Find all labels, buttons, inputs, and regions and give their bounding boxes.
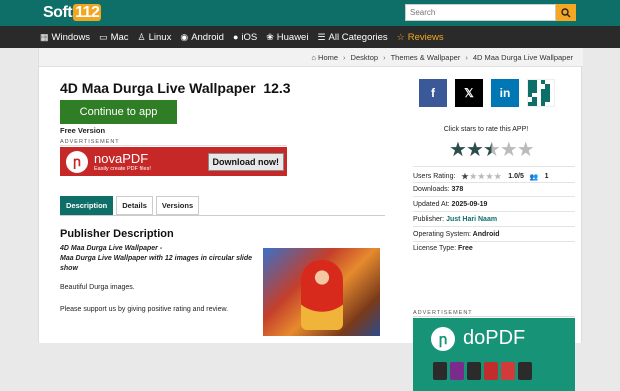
star-icon: ☆ bbox=[396, 31, 405, 42]
tab-versions[interactable]: Versions bbox=[155, 196, 200, 215]
ad-brand-name: novaPDF bbox=[94, 151, 149, 166]
nav-all-categories[interactable]: ☰ All Categories bbox=[317, 32, 387, 43]
linkedin-icon: in bbox=[499, 86, 511, 100]
users-rating-row: Users Rating: ★★★★★ 1.0/5 👥 1 bbox=[413, 172, 549, 181]
divider bbox=[413, 241, 575, 242]
license-row: License Type: Free bbox=[413, 245, 473, 252]
categories-icon: ☰ bbox=[317, 31, 326, 42]
breadcrumb-home[interactable]: Home bbox=[318, 53, 338, 62]
nav-mac[interactable]: ▭ Mac bbox=[99, 32, 128, 43]
main-nav: ▦ Windows ▭ Mac ♙ Linux ◉ Android ● iOS ❀ Huaw… bbox=[0, 26, 620, 48]
divider bbox=[413, 196, 575, 197]
divider bbox=[413, 166, 575, 167]
ad-label: ADVERTISEMENT bbox=[60, 139, 287, 146]
small-rating-stars: ★★★★★ bbox=[461, 172, 503, 181]
x-icon: 𝕏 bbox=[464, 86, 474, 100]
nav-windows[interactable]: ▦ Windows bbox=[40, 32, 90, 43]
star-icon[interactable]: ★ bbox=[517, 139, 535, 161]
tab-details[interactable]: Details bbox=[116, 196, 153, 215]
page-title: 4D Maa Durga Live Wallpaper 12.3 bbox=[60, 80, 291, 96]
star-icon[interactable]: ★ bbox=[500, 139, 518, 161]
nav-android[interactable]: ◉ Android bbox=[180, 32, 224, 43]
nav-huawei[interactable]: ❀ Huawei bbox=[266, 32, 308, 43]
page-content: ⌂ Home › Desktop › Themes & Wallpaper › … bbox=[38, 48, 583, 391]
tab-divider bbox=[60, 215, 385, 216]
publisher-row: Publisher: Just Hari Naam bbox=[413, 216, 498, 223]
updated-row: Updated At: 2025-09-19 bbox=[413, 201, 488, 208]
file-type-icons bbox=[433, 362, 532, 380]
qr-code bbox=[527, 79, 555, 107]
breadcrumb-separator: › bbox=[343, 52, 346, 62]
app-version: 12.3 bbox=[263, 80, 291, 96]
search-button[interactable] bbox=[556, 4, 576, 21]
rating-stars[interactable]: ★★★★★ bbox=[449, 137, 535, 162]
description-line: 4D Maa Durga Live Wallpaper - bbox=[60, 245, 163, 252]
novapdf-logo-icon: ր bbox=[66, 150, 88, 173]
description-line: Beautiful Durga images. bbox=[60, 284, 135, 291]
description-intro: 4D Maa Durga Live Wallpaper - Maa Durga … bbox=[60, 244, 255, 274]
ad-tagline: Easily create PDF files! bbox=[94, 166, 151, 172]
linkedin-share-button[interactable]: in bbox=[491, 79, 519, 107]
dopdf-ad[interactable]: ր doPDF bbox=[413, 318, 575, 391]
star-icon[interactable]: ★ bbox=[449, 139, 467, 161]
description-line: Maa Durga Live Wallpaper with 12 images … bbox=[60, 255, 253, 272]
x-share-button[interactable]: 𝕏 bbox=[455, 79, 483, 107]
app-screenshot[interactable] bbox=[263, 248, 380, 336]
divider bbox=[413, 226, 575, 227]
publisher-description-heading: Publisher Description bbox=[60, 228, 174, 240]
home-icon: ⌂ bbox=[311, 52, 319, 62]
nav-reviews[interactable]: ☆ Reviews bbox=[397, 32, 444, 43]
facebook-share-button[interactable]: f bbox=[419, 79, 447, 107]
breadcrumb-current[interactable]: 4D Maa Durga Live Wallpaper bbox=[473, 53, 573, 62]
share-buttons: f 𝕏 in bbox=[419, 79, 555, 107]
users-icon: 👥 bbox=[529, 173, 539, 181]
breadcrumb-category[interactable]: Themes & Wallpaper bbox=[391, 53, 461, 62]
dopdf-logo-icon: ր bbox=[431, 327, 455, 351]
publisher-link[interactable]: Just Hari Naam bbox=[446, 216, 497, 223]
ad-download-button[interactable]: Download now! bbox=[207, 152, 284, 171]
description-line: Please support us by giving positive rat… bbox=[60, 306, 229, 313]
top-bar: Soft 112 bbox=[0, 0, 620, 26]
license-line: Free Version bbox=[60, 126, 106, 135]
rating-prompt: Click stars to rate this APP! bbox=[443, 126, 529, 133]
ad-label: ADVERTISEMENT bbox=[413, 310, 575, 317]
durga-figure bbox=[301, 260, 343, 330]
divider bbox=[413, 182, 575, 183]
continue-to-app-button[interactable]: Continue to app bbox=[60, 100, 177, 124]
ad-brand-name: doPDF bbox=[463, 327, 526, 349]
search-input[interactable] bbox=[405, 4, 556, 21]
rating-score: 1.0/5 bbox=[508, 173, 524, 180]
breadcrumb-desktop[interactable]: Desktop bbox=[351, 53, 379, 62]
downloads-row: Downloads: 378 bbox=[413, 186, 464, 193]
os-row: Operating System: Android bbox=[413, 231, 500, 238]
windows-icon: ▦ bbox=[40, 31, 49, 42]
breadcrumb-separator: › bbox=[383, 52, 386, 62]
breadcrumb-separator: › bbox=[465, 52, 468, 62]
facebook-icon: f bbox=[431, 86, 435, 100]
breadcrumb: ⌂ Home › Desktop › Themes & Wallpaper › … bbox=[39, 48, 583, 67]
android-icon: ◉ bbox=[180, 31, 189, 42]
apple-icon: ● bbox=[232, 32, 239, 42]
site-logo[interactable]: Soft 112 bbox=[43, 4, 102, 22]
tabs: Description Details Versions bbox=[60, 196, 200, 215]
star-icon[interactable]: ★ bbox=[466, 139, 484, 161]
mac-icon: ▭ bbox=[99, 31, 108, 42]
votes-count: 1 bbox=[544, 173, 549, 180]
linux-icon: ♙ bbox=[137, 31, 146, 42]
divider bbox=[413, 211, 575, 212]
tab-description[interactable]: Description bbox=[60, 196, 114, 215]
novapdf-ad[interactable]: ր novaPDF Easily create PDF files! Downl… bbox=[60, 147, 287, 176]
search-icon bbox=[561, 7, 571, 17]
nav-linux[interactable]: ♙ Linux bbox=[138, 32, 172, 43]
nav-ios[interactable]: ● iOS bbox=[233, 32, 257, 43]
star-half-icon[interactable]: ★ bbox=[483, 139, 501, 161]
huawei-icon: ❀ bbox=[266, 31, 274, 42]
